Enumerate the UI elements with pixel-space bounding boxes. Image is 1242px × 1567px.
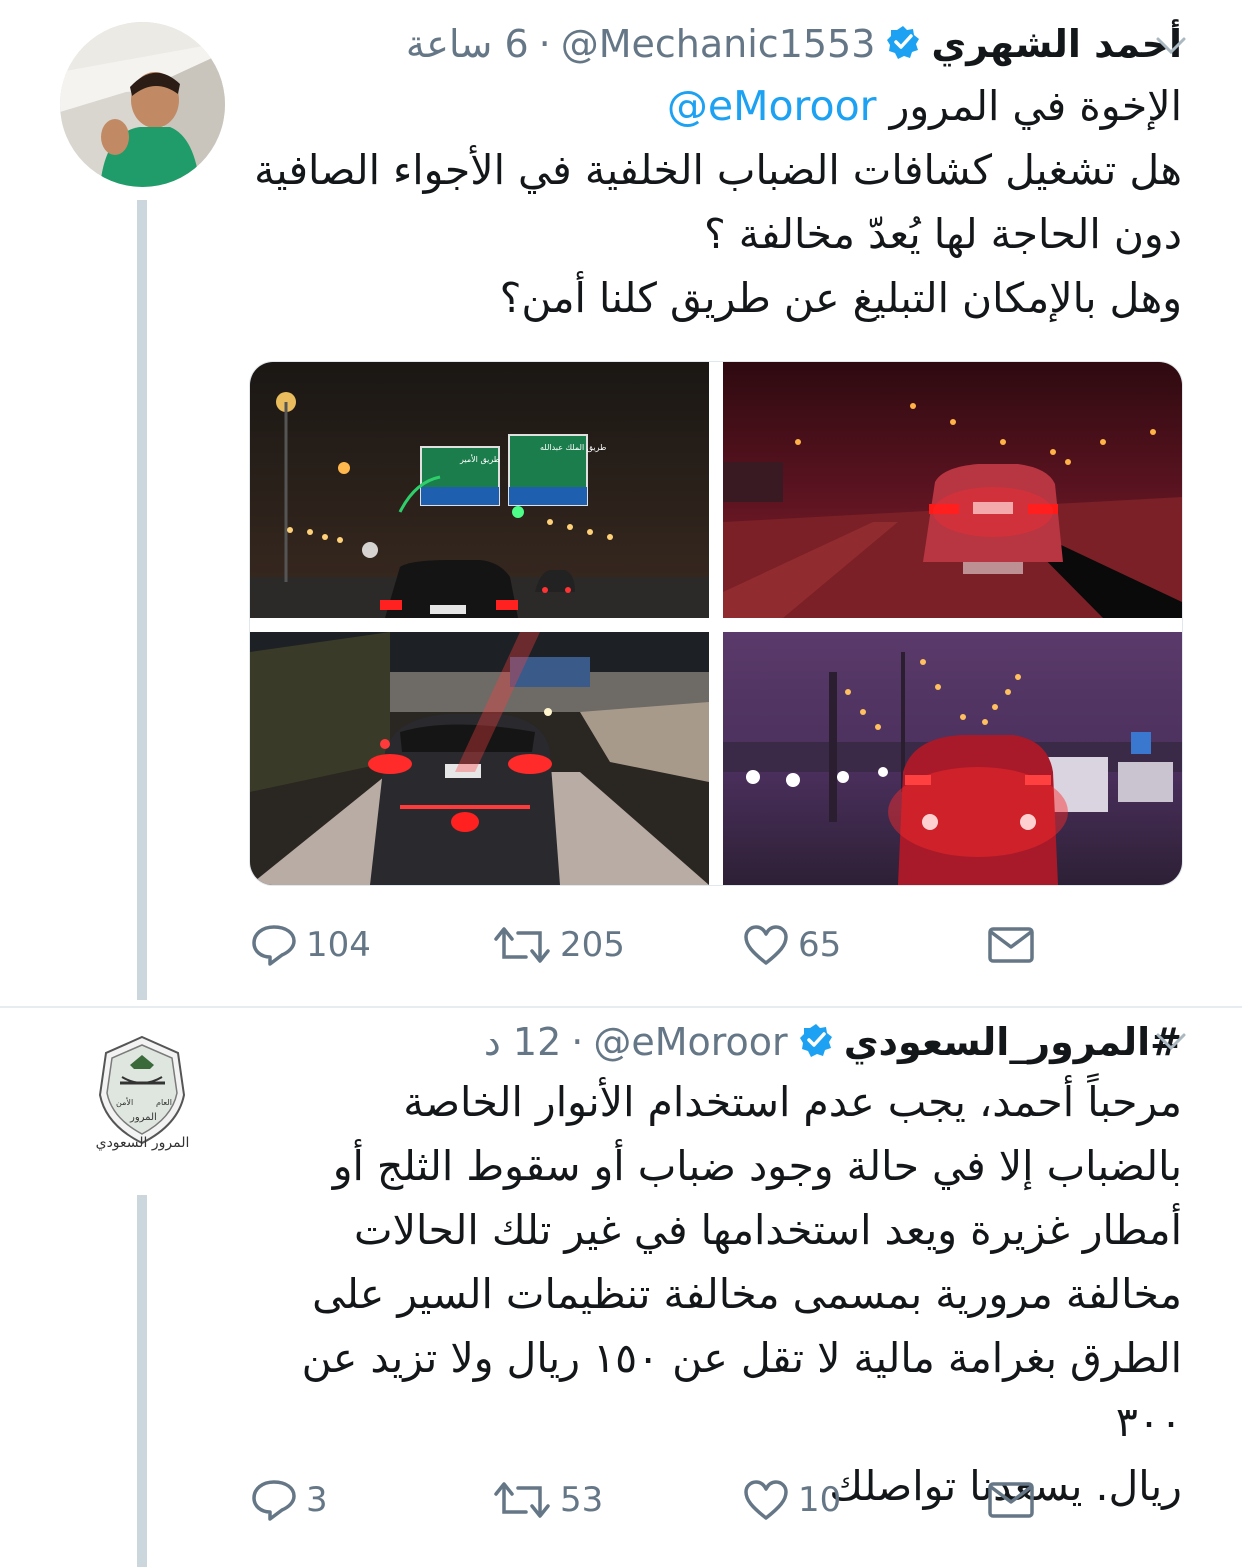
logo-caption: المرور السعودي [95, 1135, 190, 1151]
tweet-divider [0, 1006, 1242, 1008]
retweet-button[interactable]: 53 [492, 1470, 603, 1530]
heart-icon [744, 1480, 788, 1520]
reply-icon [252, 1480, 296, 1521]
tweet2-actions: 3 53 10 [250, 1470, 1050, 1530]
photo-red-fog-light-car[interactable] [723, 362, 1182, 618]
separator-dot: · [538, 22, 551, 66]
like-button[interactable]: 10 [742, 1470, 841, 1530]
tweet2-author-name[interactable]: #المرور_السعودي [844, 1020, 1182, 1064]
avatar-photo [60, 22, 225, 187]
direct-message-button[interactable] [987, 1470, 1035, 1530]
retweet-button[interactable]: 205 [492, 915, 625, 975]
verified-badge-icon [885, 24, 921, 64]
reply-button[interactable]: 104 [250, 915, 371, 975]
mail-icon [988, 927, 1034, 963]
tweet1-line-4: وهل بالإمكان التبليغ عن طريق كلنا أمن؟ [499, 274, 1182, 322]
chevron-down-icon[interactable] [1155, 1032, 1187, 1052]
tweet2-line-5: الطرق بغرامة مالية لا تقل عن ١٥٠ ريال ول… [301, 1334, 1182, 1446]
separator-dot: · [571, 1020, 584, 1064]
retweet-icon [494, 927, 550, 963]
tweet2-handle[interactable]: @eMoroor [593, 1020, 787, 1064]
tweet1-text: الإخوة في المرور @eMoroor هل تشغيل كشافا… [242, 74, 1182, 330]
tweet2-line-4: مخالفة مرورية بمسمى مخالفة تنظيمات السير… [312, 1270, 1182, 1318]
tweet2-timestamp[interactable]: 12 د [484, 1020, 561, 1064]
tweet1-line-1-text: الإخوة في المرور [889, 82, 1182, 130]
tweet2-text: مرحباً أحمد، يجب عدم استخدام الأنوار الخ… [242, 1070, 1182, 1518]
tweet1-header: أحمد الشهري @Mechanic1553 · 6 ساعة [406, 14, 1182, 74]
thread-line-top [137, 200, 147, 1000]
sign-text-1: طريق الملك عبدالله [540, 443, 606, 452]
like-count: 10 [798, 1480, 842, 1520]
reply-count: 3 [306, 1480, 328, 1520]
saudi-traffic-logo-icon: الأمن العام المرور [98, 1035, 186, 1145]
tweet1-line-3: دون الحاجة لها يُعدّ مخالفة ؟ [704, 210, 1182, 258]
reply-count: 104 [306, 925, 371, 965]
tweet1-handle[interactable]: @Mechanic1553 [561, 22, 876, 66]
tweet1-photo-grid: طريق الملك عبدالله طريق الأمير [249, 361, 1183, 886]
retweet-count: 53 [560, 1480, 604, 1520]
reply-button[interactable]: 3 [250, 1470, 328, 1530]
logo-text-2: العام [156, 1098, 172, 1107]
mail-icon [988, 1482, 1034, 1518]
tweet1-line-1: الإخوة في المرور @eMoroor [242, 74, 1182, 138]
sign-text-2: طريق الأمير [459, 454, 500, 464]
tweet2-line-1: مرحباً أحمد، يجب عدم استخدام الأنوار الخ… [403, 1078, 1182, 1126]
tweet2-header: #المرور_السعودي @eMoroor · 12 د [484, 1012, 1182, 1072]
photo-purple-highway-car[interactable] [723, 632, 1182, 885]
verified-badge-icon [798, 1022, 834, 1062]
mention-link[interactable]: @eMoroor [667, 82, 877, 130]
tweet1-actions: 104 205 65 [250, 915, 1050, 975]
tweet2-line-2: بالضباب إلا في حالة وجود ضباب أو سقوط ال… [332, 1142, 1182, 1190]
retweet-count: 205 [560, 925, 625, 965]
thread-line-bottom [137, 1195, 147, 1567]
reply-icon [252, 925, 296, 966]
logo-text-3: المرور [129, 1112, 157, 1123]
logo-text-1: الأمن [116, 1097, 133, 1107]
like-count: 65 [798, 925, 842, 965]
avatar-ahmed[interactable] [60, 22, 225, 187]
photo-car-under-bridge[interactable] [250, 632, 709, 885]
retweet-icon [494, 1482, 550, 1518]
tweet1-timestamp[interactable]: 6 ساعة [406, 22, 529, 66]
chevron-down-icon[interactable] [1155, 36, 1187, 56]
avatar-saudi-traffic[interactable]: الأمن العام المرور [60, 1025, 225, 1190]
like-button[interactable]: 65 [742, 915, 841, 975]
tweet2-line-3: أمطار غزيرة ويعد استخدامها في غير تلك ال… [353, 1206, 1182, 1254]
tweet1-line-2: هل تشغيل كشافات الضباب الخلفية في الأجوا… [254, 146, 1182, 194]
tweet1-author-name[interactable]: أحمد الشهري [931, 22, 1182, 66]
heart-icon [744, 925, 788, 965]
direct-message-button[interactable] [987, 915, 1035, 975]
photo-road-signs[interactable]: طريق الملك عبدالله طريق الأمير [250, 362, 709, 618]
